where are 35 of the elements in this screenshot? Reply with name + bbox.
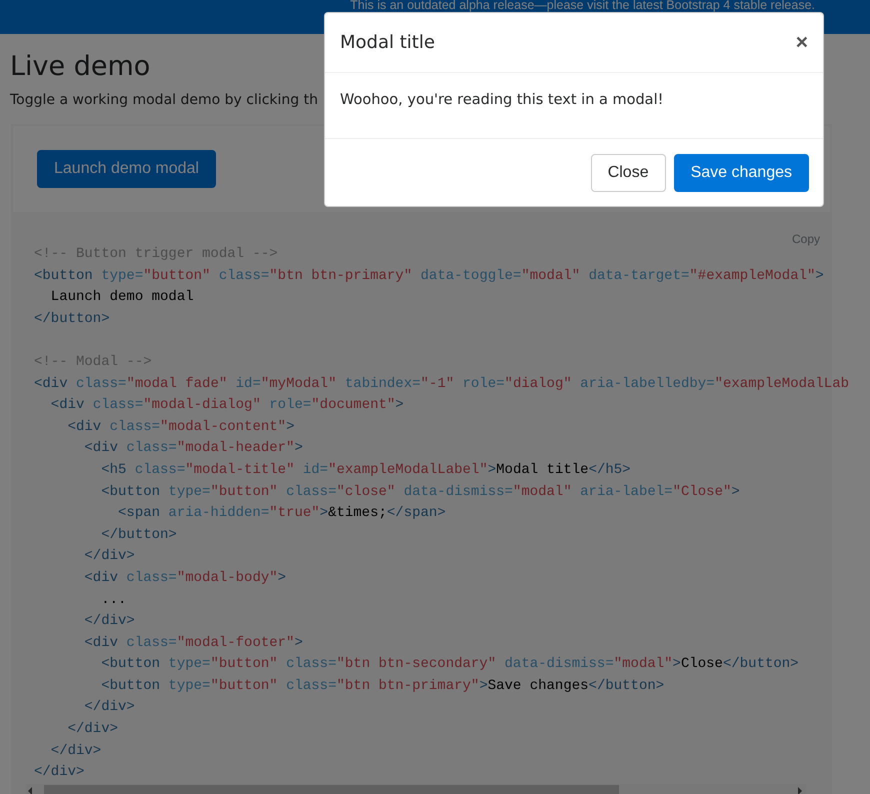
modal-title: Modal title — [340, 32, 435, 53]
intro-text: Toggle a working modal demo by clicking th — [10, 92, 318, 108]
code-line: <div class="modal fade" id="myModal" tabindex="-1" role="dialog" aria-labelledby="exampleModalLab — [34, 374, 850, 394]
code-line: <div class="modal-footer"> — [83, 634, 303, 653]
banner-text: This is an outdated alpha release—please visit the latest Bootstrap 4 stable release. — [350, 0, 815, 11]
code-line: </div> — [66, 720, 118, 740]
code-line: <div class="modal-body"> — [83, 568, 286, 588]
section-heading: Live demo — [10, 52, 152, 82]
code-line: <button type="button" class="close" data-dismiss="modal" aria-label="Close"> — [100, 482, 740, 502]
code-line: <button type="button" class="btn btn-primary" data-toggle="modal" data-target="#exampleModal"> — [34, 266, 824, 286]
right-arrow-icon[interactable] — [796, 787, 804, 794]
close-button[interactable]: × — [796, 32, 808, 53]
code-line: </div> — [34, 763, 84, 782]
code-line: <div class="modal-content"> — [66, 418, 294, 437]
code-line: <h5 class="modal-title" id="exampleModalLabel">Modal title</h5> — [100, 460, 631, 480]
code-line: <div class="modal-header"> — [83, 439, 303, 458]
code-line: <div class="modal-dialog" role="document"> — [50, 396, 404, 416]
code-line: </div> — [83, 612, 135, 632]
left-arrow-icon[interactable] — [26, 787, 34, 794]
code-line: <span aria-hidden="true">&times;</span> — [117, 504, 446, 524]
close-button[interactable]: Close — [590, 154, 666, 192]
code-line: </div> — [50, 742, 102, 761]
horizontal-scrollbar[interactable] — [26, 784, 806, 794]
scrollbar-thumb[interactable] — [44, 785, 619, 794]
code-line: </div> — [83, 698, 135, 718]
modal-body-text: Woohoo, you're reading this text in a modal! — [325, 73, 823, 139]
code-line: Launch demo modal — [50, 288, 194, 308]
code-line: <button type="button" class="btn btn-secondary" data-dismiss="modal">Close</button> — [100, 655, 799, 674]
save-button[interactable]: Save changes — [674, 154, 809, 192]
code-line: <button type="button" class="btn btn-primary">Save changes</button> — [100, 676, 664, 696]
launch-button[interactable]: Launch demo modal — [37, 150, 216, 188]
code-line: ... — [100, 590, 126, 610]
code-line: </button> — [34, 310, 110, 329]
code-line: </button> — [100, 526, 177, 545]
code-line: </div> — [83, 547, 135, 566]
